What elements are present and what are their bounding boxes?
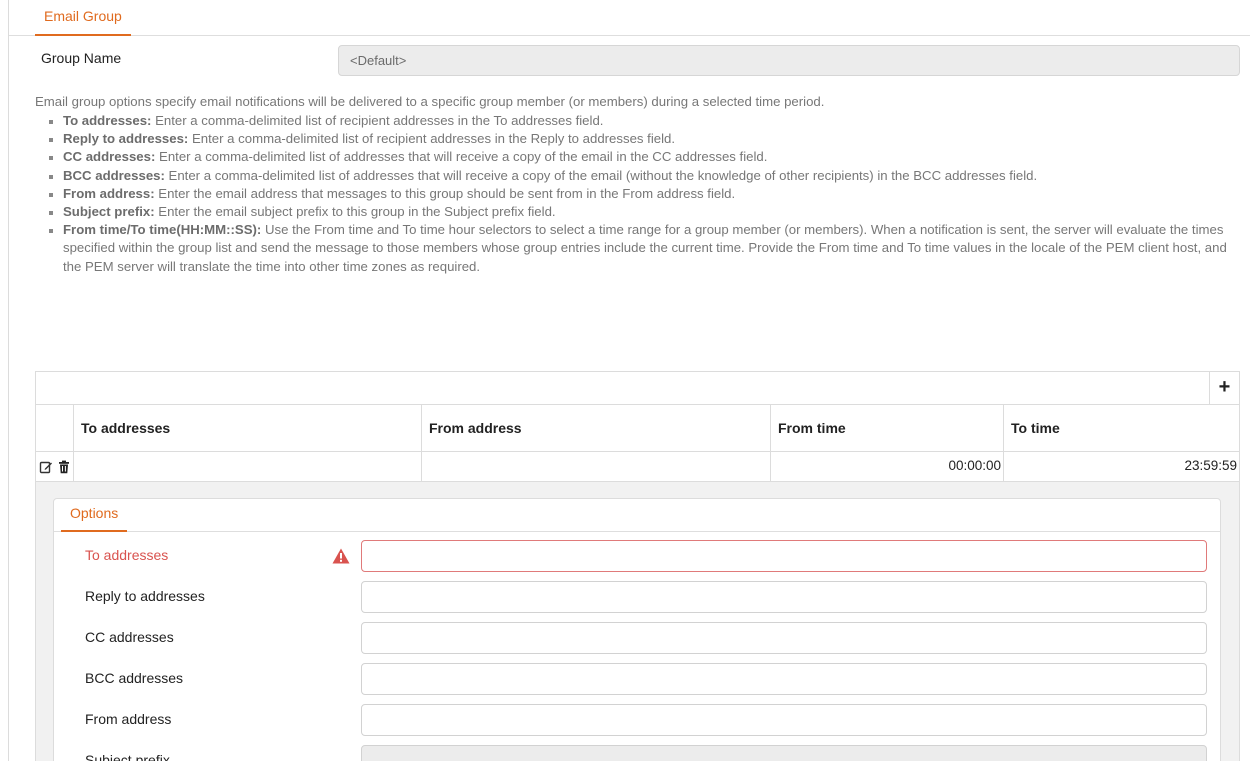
subject-prefix-row: Subject prefix	[54, 745, 1220, 761]
options-panel: Options To addresses Reply to addresses …	[53, 498, 1221, 761]
reply-to-input[interactable]	[361, 581, 1207, 613]
row-actions	[36, 452, 74, 481]
subject-prefix-label: Subject prefix	[85, 752, 170, 761]
cell-from-address[interactable]	[422, 452, 771, 481]
cell-to-time[interactable]: 23:59:59	[1004, 452, 1239, 481]
from-address-row: From address	[54, 704, 1220, 737]
cc-row: CC addresses	[54, 622, 1220, 655]
bcc-row: BCC addresses	[54, 663, 1220, 696]
help-item: Subject prefix: Enter the email subject …	[49, 203, 1235, 221]
help-list: To addresses: Enter a comma-delimited li…	[35, 112, 1235, 276]
column-header-from-time[interactable]: From time	[771, 405, 1004, 451]
bcc-label: BCC addresses	[85, 670, 184, 686]
cc-input[interactable]	[361, 622, 1207, 654]
cell-from-time[interactable]: 00:00:00	[771, 452, 1004, 481]
table-row[interactable]: 00:00:00 23:59:59	[36, 452, 1239, 482]
grid-header: To addresses From address From time To t…	[36, 405, 1239, 452]
tab-bar: Email Group	[9, 0, 1250, 36]
panel-left-border	[8, 0, 9, 761]
column-header-to-addresses[interactable]: To addresses	[74, 405, 422, 451]
group-name-label: Group Name	[41, 50, 122, 66]
help-item: BCC addresses: Enter a comma-delimited l…	[49, 167, 1235, 185]
subject-prefix-input[interactable]	[361, 745, 1207, 761]
add-row-button[interactable]: +	[1209, 372, 1239, 405]
plus-icon: +	[1218, 376, 1231, 398]
help-item: From address: Enter the email address th…	[49, 185, 1235, 203]
warning-icon	[332, 548, 350, 564]
reply-to-row: Reply to addresses	[54, 581, 1220, 614]
grid-toolbar: +	[36, 371, 1239, 405]
trash-icon[interactable]	[57, 460, 71, 474]
group-name-input[interactable]: <Default>	[338, 45, 1240, 76]
help-intro: Email group options specify email notifi…	[35, 94, 825, 109]
tab-email-group[interactable]: Email Group	[35, 6, 131, 36]
cc-label: CC addresses	[85, 629, 174, 645]
column-header-to-time[interactable]: To time	[1004, 405, 1239, 451]
email-group-grid: + To addresses From address From time To…	[35, 371, 1240, 761]
help-item: Reply to addresses: Enter a comma-delimi…	[49, 130, 1235, 148]
help-description: Email group options specify email notifi…	[35, 93, 1235, 276]
help-item: CC addresses: Enter a comma-delimited li…	[49, 148, 1235, 166]
cell-to-addresses[interactable]	[74, 452, 422, 481]
from-address-input[interactable]	[361, 704, 1207, 736]
reply-to-label: Reply to addresses	[85, 588, 205, 604]
from-address-label: From address	[85, 711, 172, 727]
edit-icon[interactable]	[39, 460, 53, 474]
tab-options[interactable]: Options	[61, 503, 128, 532]
bcc-input[interactable]	[361, 663, 1207, 695]
column-header-from-address[interactable]: From address	[422, 405, 771, 451]
to-addresses-row: To addresses	[54, 540, 1220, 573]
header-actions-cell	[36, 405, 74, 451]
help-item: From time/To time(HH:MM::SS): Use the Fr…	[49, 221, 1235, 276]
to-addresses-input[interactable]	[361, 540, 1207, 572]
options-tab-bar: Options	[54, 499, 1220, 532]
help-item: To addresses: Enter a comma-delimited li…	[49, 112, 1235, 130]
to-addresses-label: To addresses	[85, 547, 169, 563]
